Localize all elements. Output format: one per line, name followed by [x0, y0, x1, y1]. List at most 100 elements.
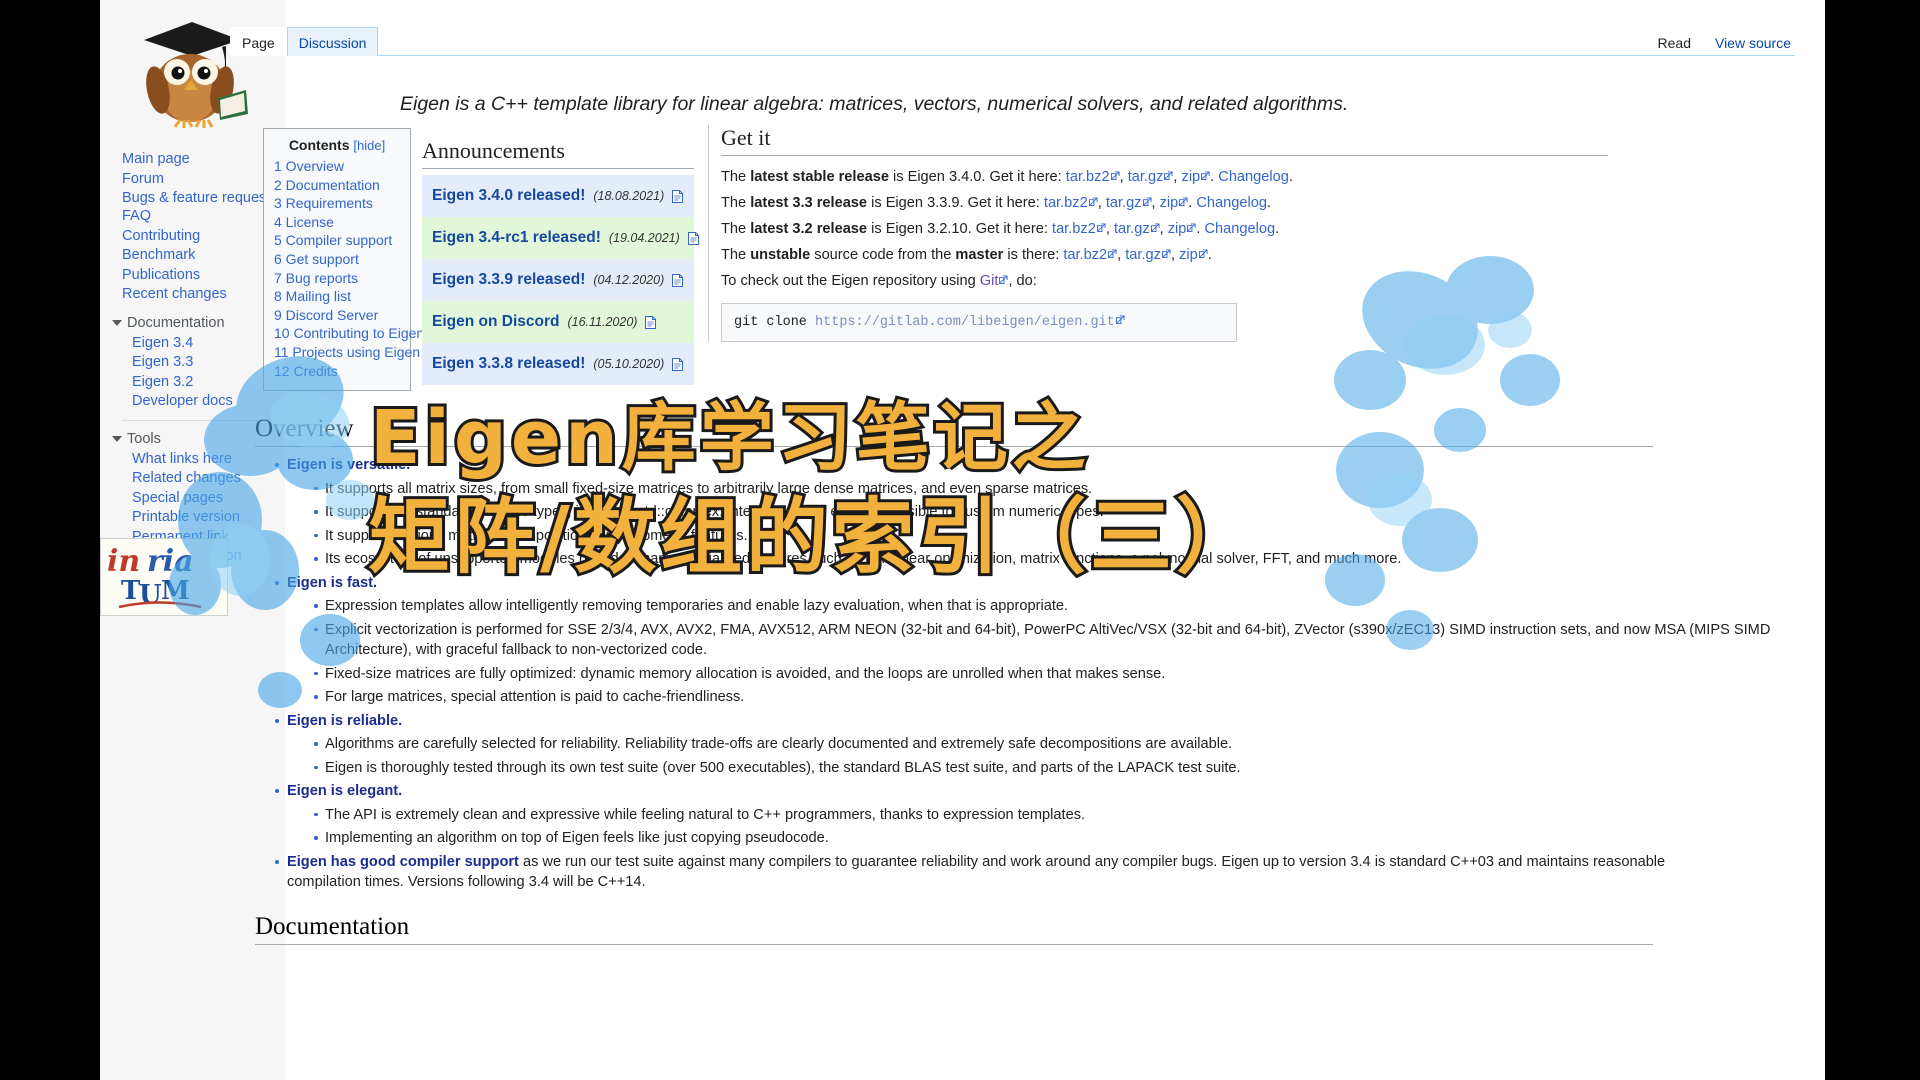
toc-item-bug-reports[interactable]: 7 Bug reports — [274, 269, 400, 288]
download-link-targz[interactable]: tar.gz — [1114, 221, 1150, 237]
download-link-tarbz2[interactable]: tar.bz2 — [1063, 247, 1107, 263]
overview-section: Overview Eigen is versatile. It supports… — [255, 415, 1825, 945]
announcement-title[interactable]: Eigen 3.3.8 released! — [432, 355, 585, 373]
toc-item-requirements[interactable]: 3 Requirements — [274, 194, 400, 213]
download-link-zip[interactable]: zip — [1179, 247, 1198, 263]
download-link-targz[interactable]: tar.gz — [1128, 169, 1164, 185]
sidebar-item-dev-docs[interactable]: Developer docs — [100, 392, 285, 412]
download-link-tarbz2[interactable]: tar.bz2 — [1044, 195, 1088, 211]
inria-tum-logo-icon: in ria T U M — [101, 539, 227, 615]
sidebar-item-eigen-32[interactable]: Eigen 3.2 — [100, 373, 285, 393]
list-item: It supports various matrix decomposition… — [311, 526, 1825, 547]
toc-item-projects[interactable]: 11 Projects using Eigen — [274, 343, 420, 362]
changelog-link[interactable]: Changelog — [1218, 169, 1289, 185]
announcement-date: (18.08.2021) — [593, 189, 665, 203]
toc-item-license[interactable]: 4 License — [274, 213, 400, 232]
external-link-icon — [1201, 171, 1210, 180]
announcement-title[interactable]: Eigen 3.4-rc1 released! — [432, 229, 601, 247]
document-icon[interactable] — [672, 189, 684, 203]
text-bold: unstable — [750, 247, 811, 263]
get-it-line-33: The latest 3.3 release is Eigen 3.3.9. G… — [721, 195, 1272, 211]
get-it-git-line: To check out the Eigen repository using … — [721, 268, 1608, 294]
git-clone-codeblock[interactable]: git clone https://gitlab.com/libeigen/ei… — [721, 303, 1237, 342]
toc-item-get-support[interactable]: 6 Get support — [274, 250, 400, 269]
sidebar-item-main-page[interactable]: Main page — [100, 150, 285, 170]
announcement-row[interactable]: Eigen 3.4.0 released! (18.08.2021) — [422, 175, 694, 217]
toc-item-documentation[interactable]: 2 Documentation — [274, 176, 400, 195]
announcement-date: (05.10.2020) — [593, 357, 665, 371]
toc-item-compiler[interactable]: 5 Compiler support — [274, 231, 400, 250]
sidebar-item-benchmark[interactable]: Benchmark — [100, 246, 285, 266]
toc-item-contributing[interactable]: 10 Contributing to Eigen — [274, 324, 424, 343]
download-link-targz[interactable]: tar.gz — [1106, 195, 1142, 211]
text: , do: — [1008, 273, 1037, 289]
text-bold: latest stable release — [750, 169, 889, 185]
announcement-row[interactable]: Eigen on Discord (16.11.2020) — [422, 301, 694, 343]
download-link-targz[interactable]: tar.gz — [1125, 247, 1161, 263]
get-it-heading: Get it — [721, 125, 1608, 156]
git-link[interactable]: Git — [980, 273, 999, 289]
sidebar-item-faq[interactable]: FAQ — [100, 207, 285, 227]
announcement-row[interactable]: Eigen 3.3.8 released! (05.10.2020) — [422, 343, 694, 385]
tab-bar: Page Discussion Read View source — [230, 0, 1825, 68]
announcement-row[interactable]: Eigen 3.3.9 released! (04.12.2020) — [422, 259, 694, 301]
list-item: Its ecosystem of unsupported modules pro… — [311, 549, 1825, 570]
overview-heading-fast: Eigen is fast. — [287, 574, 378, 591]
document-icon[interactable] — [645, 315, 657, 329]
toc-item-overview[interactable]: 1 Overview — [274, 157, 400, 176]
svg-text:U: U — [139, 580, 162, 610]
download-link-zip[interactable]: zip — [1160, 195, 1179, 211]
download-link-tarbz2[interactable]: tar.bz2 — [1066, 169, 1110, 185]
sidebar-item-recent-changes[interactable]: Recent changes — [100, 285, 285, 305]
sidebar-item-bugs[interactable]: Bugs & feature requests — [100, 189, 285, 207]
git-clone-url[interactable]: https://gitlab.com/libeigen/eigen.git — [815, 315, 1115, 330]
external-link-icon — [1110, 171, 1120, 180]
sidebar-item-contributing[interactable]: Contributing — [100, 227, 285, 247]
changelog-link[interactable]: Changelog — [1196, 195, 1267, 211]
tab-page[interactable]: Page — [230, 27, 287, 56]
text-bold: latest 3.3 release — [750, 195, 868, 211]
download-link-zip[interactable]: zip — [1182, 169, 1201, 185]
toc-hide-toggle[interactable]: [hide] — [353, 138, 385, 153]
external-link-icon — [1088, 197, 1098, 206]
toc-item-credits[interactable]: 12 Credits — [274, 362, 400, 381]
list-item: Implementing an algorithm on top of Eige… — [311, 828, 1825, 849]
announcement-date: (16.11.2020) — [567, 315, 638, 329]
sidebar-item-publications[interactable]: Publications — [100, 266, 285, 286]
tab-read[interactable]: Read — [1646, 27, 1703, 56]
list-item: It supports all standard numeric types, … — [311, 502, 1825, 523]
overview-heading-versatile: Eigen is versatile. — [287, 457, 411, 473]
toc-item-mailing-list[interactable]: 8 Mailing list — [274, 287, 400, 306]
text: . — [1196, 221, 1205, 237]
get-it-line-stable: The latest stable release is Eigen 3.4.0… — [721, 169, 1293, 185]
announcement-title[interactable]: Eigen 3.3.9 released! — [432, 271, 585, 289]
tab-view-source[interactable]: View source — [1703, 27, 1803, 56]
download-link-tarbz2[interactable]: tar.bz2 — [1052, 221, 1096, 237]
toc-item-discord[interactable]: 9 Discord Server — [274, 306, 400, 325]
sidebar-item-eigen-33[interactable]: Eigen 3.3 — [100, 353, 285, 373]
announcement-title[interactable]: Eigen 3.4.0 released! — [432, 187, 585, 205]
sidebar-item-forum[interactable]: Forum — [100, 170, 285, 190]
sidebar-group-documentation[interactable]: Documentation — [100, 305, 285, 334]
changelog-link[interactable]: Changelog — [1205, 221, 1276, 237]
document-icon[interactable] — [687, 231, 699, 245]
tab-discussion[interactable]: Discussion — [286, 27, 379, 56]
tabs-left: Page Discussion — [230, 27, 379, 56]
sidebar-group-tools-label: Tools — [127, 430, 161, 447]
section-heading-documentation: Documentation — [255, 913, 1653, 945]
download-link-zip[interactable]: zip — [1168, 221, 1187, 237]
sponsor-logo-image[interactable]: in ria T U M — [100, 538, 228, 616]
announcement-title[interactable]: Eigen on Discord — [432, 313, 559, 331]
list-item: Algorithms are carefully selected for re… — [311, 734, 1825, 755]
sidebar-group-documentation-label: Documentation — [127, 314, 225, 331]
announcement-row[interactable]: Eigen 3.4-rc1 released! (19.04.2021) — [422, 217, 699, 259]
document-icon[interactable] — [672, 273, 684, 287]
list-item: Eigen is reliable. Algorithms are carefu… — [273, 711, 1825, 779]
list-item: Fixed-size matrices are fully optimized:… — [311, 664, 1825, 685]
toc-title-label: Contents — [288, 137, 350, 153]
sidebar-item-eigen-34[interactable]: Eigen 3.4 — [100, 334, 285, 354]
external-link-icon — [1108, 249, 1117, 258]
chevron-down-icon — [112, 319, 122, 326]
screen: Main page Forum Bugs & feature requests … — [0, 0, 1920, 1080]
document-icon[interactable] — [672, 357, 684, 371]
